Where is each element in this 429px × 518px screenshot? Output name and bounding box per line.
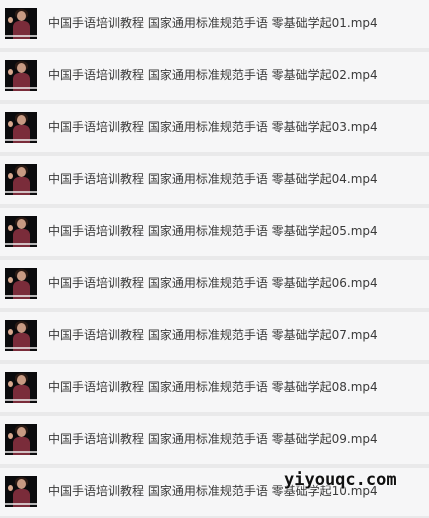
file-name: 中国手语培训教程 国家通用标准规范手语 零基础学起08.mp4 (48, 380, 378, 394)
list-item[interactable]: 中国手语培训教程 国家通用标准规范手语 零基础学起09.mp4 (0, 416, 429, 464)
list-item[interactable]: 中国手语培训教程 国家通用标准规范手语 零基础学起08.mp4 (0, 364, 429, 412)
video-thumbnail-icon (5, 216, 37, 247)
video-thumbnail-icon (5, 372, 37, 403)
file-name: 中国手语培训教程 国家通用标准规范手语 零基础学起09.mp4 (48, 432, 378, 446)
file-name: 中国手语培训教程 国家通用标准规范手语 零基础学起02.mp4 (48, 68, 378, 82)
watermark: yiyouqc.com (284, 470, 397, 490)
list-item[interactable]: 中国手语培训教程 国家通用标准规范手语 零基础学起07.mp4 (0, 312, 429, 360)
video-thumbnail-icon (5, 164, 37, 195)
list-item[interactable]: 中国手语培训教程 国家通用标准规范手语 零基础学起04.mp4 (0, 156, 429, 204)
video-thumbnail-icon (5, 476, 37, 507)
file-name: 中国手语培训教程 国家通用标准规范手语 零基础学起05.mp4 (48, 224, 378, 238)
list-item[interactable]: 中国手语培训教程 国家通用标准规范手语 零基础学起06.mp4 (0, 260, 429, 308)
video-thumbnail-icon (5, 8, 37, 39)
list-item[interactable]: 中国手语培训教程 国家通用标准规范手语 零基础学起01.mp4 (0, 0, 429, 48)
list-item[interactable]: 中国手语培训教程 国家通用标准规范手语 零基础学起03.mp4 (0, 104, 429, 152)
video-thumbnail-icon (5, 60, 37, 91)
video-thumbnail-icon (5, 112, 37, 143)
list-item[interactable]: 中国手语培训教程 国家通用标准规范手语 零基础学起02.mp4 (0, 52, 429, 100)
video-thumbnail-icon (5, 424, 37, 455)
file-name: 中国手语培训教程 国家通用标准规范手语 零基础学起04.mp4 (48, 172, 378, 186)
file-name: 中国手语培训教程 国家通用标准规范手语 零基础学起06.mp4 (48, 276, 378, 290)
file-name: 中国手语培训教程 国家通用标准规范手语 零基础学起03.mp4 (48, 120, 378, 134)
file-name: 中国手语培训教程 国家通用标准规范手语 零基础学起01.mp4 (48, 16, 378, 30)
video-thumbnail-icon (5, 268, 37, 299)
file-name: 中国手语培训教程 国家通用标准规范手语 零基础学起07.mp4 (48, 328, 378, 342)
list-item[interactable]: 中国手语培训教程 国家通用标准规范手语 零基础学起05.mp4 (0, 208, 429, 256)
video-thumbnail-icon (5, 320, 37, 351)
